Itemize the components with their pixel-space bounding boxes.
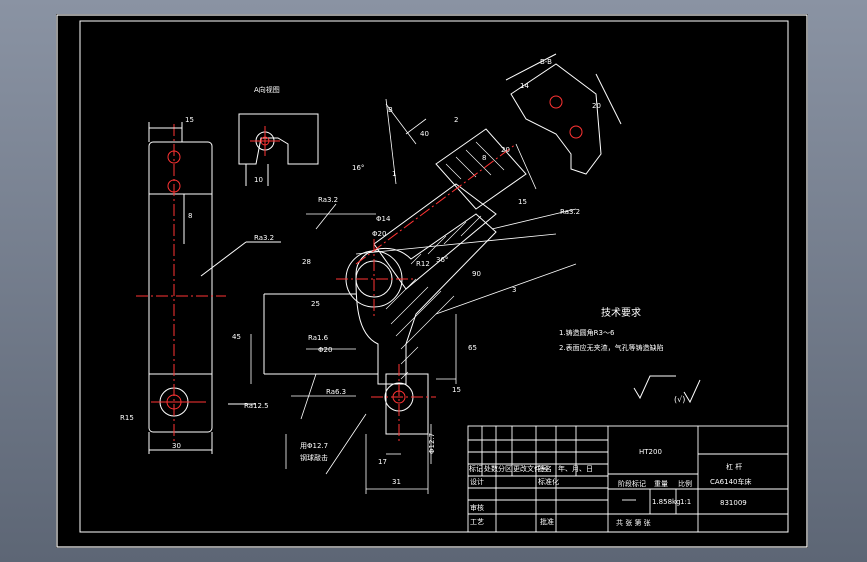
tb-part-name: 杠 杆 (726, 462, 742, 471)
drawing-sheet: 15 8 30 R15 Ra3.2 A向视图 10 B 16° 1 Ra3.2 … (56, 14, 808, 548)
dim-90: 90 (472, 270, 481, 278)
dim-phi20-fit: Φ20 (318, 346, 332, 354)
tb-scale: 比例 (678, 479, 692, 488)
dim-r15: R15 (120, 414, 134, 422)
roughness-symbol (633, 375, 701, 404)
dim-20-view: 20 (592, 102, 601, 110)
dimension-lines (250, 98, 577, 494)
dim-65: 65 (468, 344, 477, 352)
tb-std: 标准化 (538, 477, 559, 486)
dim-17: 17 (378, 458, 387, 466)
tb-weight: 重量 (654, 480, 668, 488)
tb-approve: 批准 (540, 517, 554, 526)
tb-review: 审核 (470, 503, 484, 512)
dim-40: 40 (420, 130, 429, 138)
rough-symbol-text: (√) (674, 395, 685, 404)
tb-design: 设计 (470, 477, 484, 486)
tb-process: 工艺 (470, 518, 484, 526)
roughness-1: Ra3.2 (254, 234, 274, 242)
dim-phi14: Φ14 (376, 215, 391, 223)
tb-header-4: 签名 (538, 464, 552, 473)
dim-r12: R12 (416, 260, 430, 268)
tb-machine: CA6140车床 (710, 477, 752, 486)
tb-sheets: 共 张 第 张 (616, 518, 651, 527)
tb-drawing-no: 831009 (720, 499, 747, 507)
tb-header-5: 年、月、日 (558, 464, 593, 473)
dim-15-right: 15 (452, 386, 461, 394)
dim-31: 31 (392, 478, 401, 486)
roughness-2: Ra3.2 (318, 196, 338, 204)
dim-3: 3 (512, 286, 516, 294)
letter-b: B (388, 106, 393, 114)
inner-frame (79, 20, 789, 533)
tb-weight-value: 1.858kg (652, 498, 681, 506)
dim-20-top: 20 (501, 146, 510, 154)
roughness-6: Ra12.5 (244, 402, 269, 410)
tech-line-2: 2.表面应无夹渣，气孔等铸造缺陷 (559, 343, 664, 352)
dim-1: 1 (392, 170, 396, 178)
dim-phi20: Φ20 (372, 230, 386, 238)
detail-view-label: A向视图 (254, 85, 280, 94)
dim-36deg: 36° (436, 256, 448, 264)
center-lines (336, 143, 517, 444)
pin-note-1: 用Φ12.7 (300, 442, 328, 450)
tb-scale-value: 1:1 (680, 498, 691, 506)
tb-header-0: 标记 (469, 464, 483, 473)
tech-line-1: 1.铸造圆角R3～6 (559, 328, 615, 337)
tech-title: 技术要求 (601, 306, 641, 319)
detail-view (238, 113, 319, 186)
dim-8: 8 (188, 212, 192, 220)
dim-phi25: 25 (311, 300, 320, 308)
dim-8-small: 8 (482, 154, 486, 162)
section-bb-label: B-B (540, 58, 552, 66)
dim-14: 14 (520, 82, 529, 90)
roughness-3: Ra3.2 (560, 208, 580, 216)
tb-stage: 阶段标记 (618, 479, 646, 488)
pin-note-2: 钢球敲击 (300, 453, 328, 462)
roughness-4: Ra1.6 (308, 334, 329, 342)
dim-16deg: 16° (352, 164, 364, 172)
roughness-5: Ra6.3 (326, 388, 346, 396)
dim-10: 10 (254, 176, 263, 184)
section-bb (505, 53, 622, 175)
outer-frame (56, 14, 808, 548)
dim-phi12: Φ12.7 (428, 433, 436, 454)
dim-15-top: 15 (185, 116, 194, 124)
tb-header-1: 处数 (484, 464, 498, 473)
tb-header-2: 分区 (498, 464, 512, 473)
dim-28: 28 (302, 258, 311, 266)
dim-45: 45 (232, 333, 241, 341)
dim-15-arm: 15 (518, 198, 527, 206)
cad-drawing: 15 8 30 R15 Ra3.2 A向视图 10 B 16° 1 Ra3.2 … (56, 14, 808, 548)
dim-30: 30 (172, 442, 181, 450)
dim-2: 2 (454, 116, 458, 124)
tb-material: HT200 (639, 448, 662, 456)
